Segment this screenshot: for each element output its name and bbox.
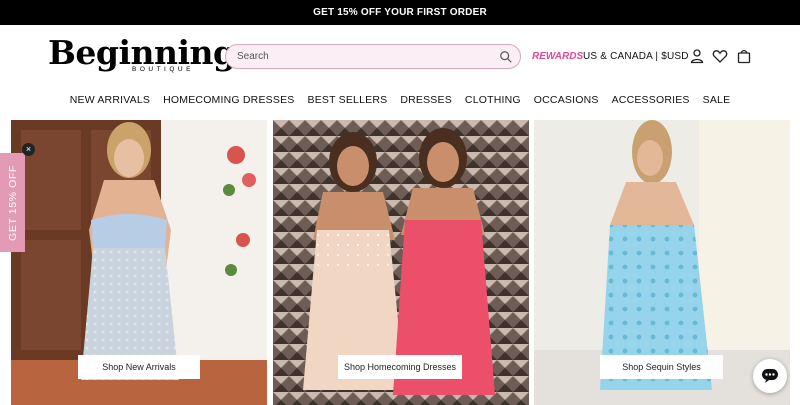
- promo-side-tab[interactable]: GET 15% OFF: [0, 153, 25, 252]
- nav-accessories[interactable]: ACCESSORIES: [612, 94, 690, 106]
- close-icon[interactable]: ×: [22, 143, 35, 156]
- nav-sale[interactable]: SALE: [703, 94, 731, 106]
- region-selector[interactable]: US & CANADA | $USD: [583, 51, 689, 62]
- shop-new-arrivals-button[interactable]: Shop New Arrivals: [78, 355, 200, 379]
- nav-dresses[interactable]: DRESSES: [400, 94, 452, 106]
- main-nav: NEW ARRIVALS HOMECOMING DRESSES BEST SEL…: [0, 87, 800, 113]
- hero-panel-sequin[interactable]: Shop Sequin Styles: [534, 120, 790, 405]
- search-icon[interactable]: [499, 50, 513, 64]
- announcement-bar: GET 15% OFF YOUR FIRST ORDER: [0, 0, 800, 25]
- chat-icon: [762, 369, 778, 383]
- nav-homecoming-dresses[interactable]: HOMECOMING DRESSES: [163, 94, 294, 106]
- shop-homecoming-dresses-button[interactable]: Shop Homecoming Dresses: [338, 355, 462, 379]
- nav-occasions[interactable]: OCCASIONS: [534, 94, 599, 106]
- hero-panel-new-arrivals[interactable]: Shop New Arrivals: [11, 120, 267, 405]
- chat-button[interactable]: [753, 359, 787, 393]
- logo-subtext: BOUTIQUE: [132, 66, 194, 73]
- search-bar[interactable]: [225, 44, 521, 69]
- logo[interactable]: Beginning BOUTIQUE: [48, 33, 236, 77]
- rewards-link[interactable]: REWARDS: [532, 51, 583, 62]
- heart-icon[interactable]: [712, 48, 728, 64]
- hero-panel-homecoming[interactable]: Shop Homecoming Dresses: [273, 120, 529, 405]
- announcement-text: GET 15% OFF YOUR FIRST ORDER: [313, 7, 487, 18]
- nav-clothing[interactable]: CLOTHING: [465, 94, 521, 106]
- cart-icon[interactable]: [736, 48, 752, 64]
- site-header: Beginning BOUTIQUE REWARDS US & CANADA |…: [0, 25, 800, 87]
- shop-sequin-styles-button[interactable]: Shop Sequin Styles: [600, 355, 723, 379]
- search-input[interactable]: [226, 51, 486, 62]
- nav-best-sellers[interactable]: BEST SELLERS: [307, 94, 387, 106]
- nav-new-arrivals[interactable]: NEW ARRIVALS: [70, 94, 150, 106]
- user-icon[interactable]: [689, 48, 705, 64]
- promo-side-tab-label: GET 15% OFF: [6, 164, 19, 241]
